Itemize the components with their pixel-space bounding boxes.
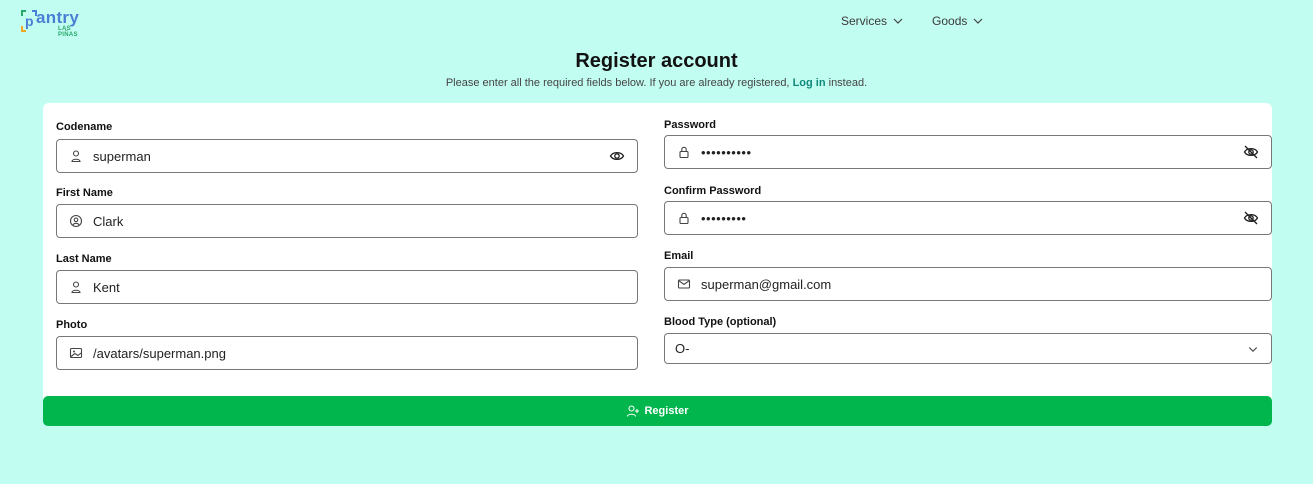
password-field: Password ••••••••••: [664, 119, 1272, 169]
last-name-label: Last Name: [56, 253, 112, 265]
logo-subtext: LAS PIÑAS: [58, 26, 78, 38]
confirm-password-value: •••••••••: [701, 210, 747, 226]
confirm-password-input[interactable]: •••••••••: [664, 201, 1272, 235]
logo-text: antry: [36, 8, 80, 27]
blood-type-value: O-: [675, 341, 690, 356]
mail-icon: [677, 279, 691, 289]
nav-services[interactable]: Services: [841, 14, 904, 28]
email-input[interactable]: superman@gmail.com: [664, 267, 1272, 301]
lock-icon: [679, 212, 689, 225]
login-link[interactable]: Log in: [793, 77, 826, 89]
chevron-down-icon: [893, 18, 903, 24]
codename-field: Codename superman: [56, 121, 638, 173]
eye-icon[interactable]: [609, 148, 625, 164]
photo-field: Photo /avatars/superman.png: [56, 319, 638, 370]
page-subtitle: Please enter all the required fields bel…: [0, 77, 1313, 89]
first-name-label: First Name: [56, 187, 113, 199]
password-value: ••••••••••: [701, 144, 752, 160]
register-button[interactable]: Register: [43, 396, 1272, 426]
user-icon: [71, 281, 81, 294]
nav-services-label: Services: [841, 14, 888, 28]
codename-label: Codename: [56, 121, 113, 133]
codename-value: superman: [93, 148, 151, 164]
confirm-password-label: Confirm Password: [664, 185, 762, 197]
chevron-down-icon: [1248, 346, 1258, 352]
user-circle-icon: [69, 214, 83, 228]
logo[interactable]: p antry LAS PIÑAS: [20, 8, 92, 38]
logo-letter: p: [25, 13, 34, 29]
chevron-down-icon: [973, 18, 983, 24]
register-button-label: Register: [644, 405, 689, 417]
eye-off-icon[interactable]: [1243, 210, 1259, 226]
lock-icon: [679, 146, 689, 159]
password-input[interactable]: ••••••••••: [664, 135, 1272, 169]
subtitle-text-post: instead.: [828, 77, 868, 89]
user-plus-icon: [627, 405, 640, 417]
email-label: Email: [664, 250, 694, 262]
first-name-value: Clark: [93, 213, 124, 229]
user-icon: [71, 150, 81, 163]
confirm-password-field: Confirm Password •••••••••: [664, 185, 1272, 235]
blood-type-field: Blood Type (optional) O-: [664, 316, 1272, 364]
last-name-value: Kent: [93, 279, 120, 295]
top-nav: Services Goods: [841, 14, 984, 28]
codename-input[interactable]: superman: [56, 139, 638, 173]
blood-type-select[interactable]: O-: [664, 333, 1272, 364]
nav-goods[interactable]: Goods: [932, 14, 984, 28]
image-icon: [69, 347, 83, 359]
register-form: Codename superman First Name Clark Last …: [43, 103, 1272, 405]
first-name-field: First Name Clark: [56, 187, 638, 238]
password-label: Password: [664, 119, 716, 131]
nav-goods-label: Goods: [932, 14, 968, 28]
last-name-input[interactable]: Kent: [56, 270, 638, 304]
subtitle-text: Please enter all the required fields bel…: [445, 77, 790, 89]
photo-value: /avatars/superman.png: [93, 345, 226, 361]
first-name-input[interactable]: Clark: [56, 204, 638, 238]
blood-type-label: Blood Type (optional): [664, 316, 777, 328]
eye-off-icon[interactable]: [1243, 144, 1259, 160]
photo-label: Photo: [56, 319, 88, 331]
photo-input[interactable]: /avatars/superman.png: [56, 336, 638, 370]
email-value: superman@gmail.com: [701, 276, 832, 292]
last-name-field: Last Name Kent: [56, 253, 638, 304]
page-title: Register account: [575, 50, 738, 72]
email-field: Email superman@gmail.com: [664, 250, 1272, 301]
